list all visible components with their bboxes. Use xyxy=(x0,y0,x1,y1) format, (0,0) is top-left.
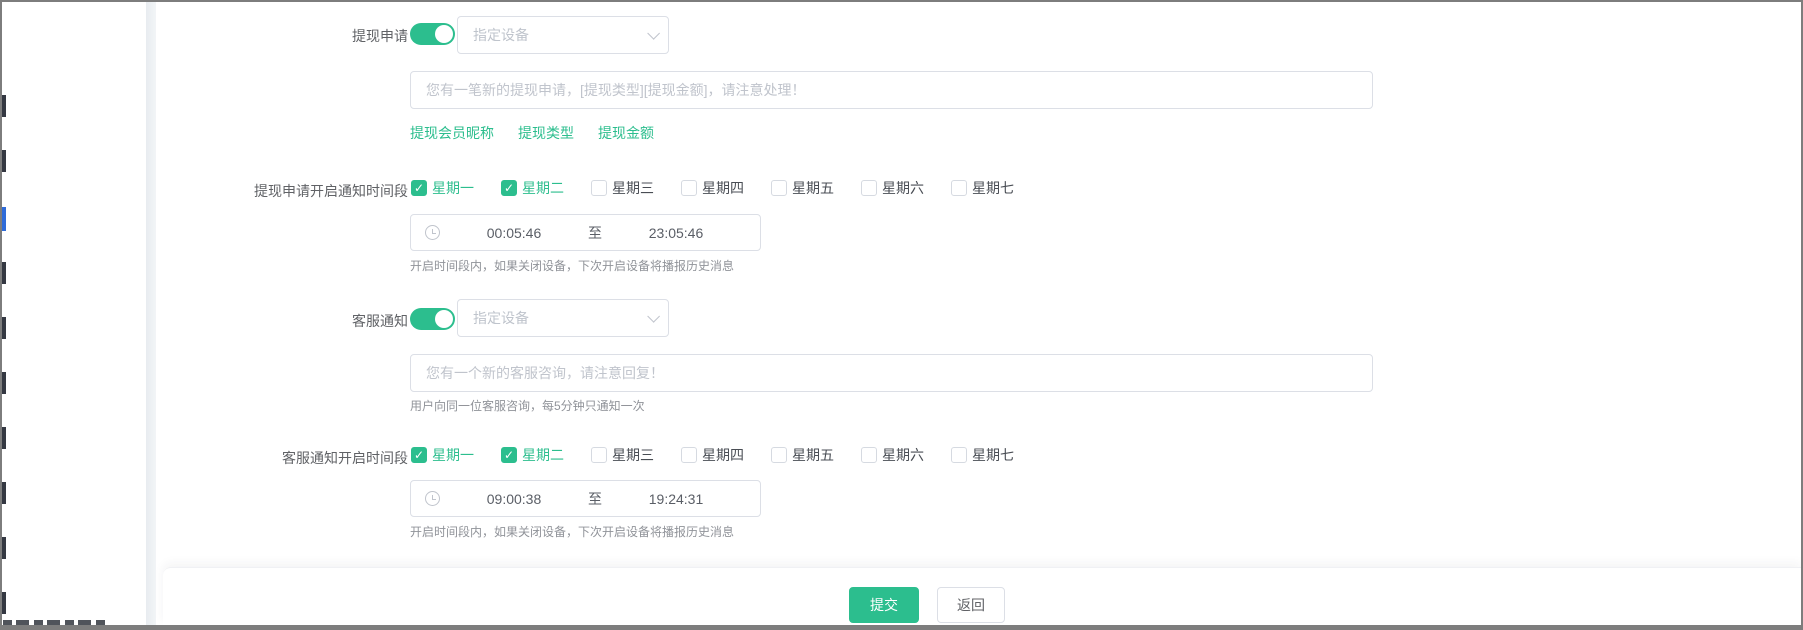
service-time-range[interactable]: 09:00:38 至 19:24:31 xyxy=(410,480,761,517)
service-label: 客服通知 xyxy=(162,311,408,331)
day-checkbox-item[interactable]: 星期五 xyxy=(771,178,834,198)
checkbox-checked-icon[interactable]: ✓ xyxy=(501,447,517,463)
withdraw-schedule-label: 提现申请开启通知时间段 xyxy=(162,181,408,201)
service-schedule-label: 客服通知开启时间段 xyxy=(162,448,408,468)
checkbox-icon[interactable] xyxy=(861,447,877,463)
day-label: 星期五 xyxy=(792,445,834,465)
day-checkbox-item[interactable]: 星期三 xyxy=(591,178,654,198)
day-checkbox-item[interactable]: 星期四 xyxy=(681,178,744,198)
panel-divider-strip xyxy=(146,2,156,625)
token-link[interactable]: 提现金额 xyxy=(598,123,654,143)
day-label: 星期一 xyxy=(432,178,474,198)
token-link[interactable]: 提现会员昵称 xyxy=(410,123,494,143)
service-device-select[interactable]: 指定设备 xyxy=(457,299,669,337)
clipped-bottom-text-fragment xyxy=(3,620,107,625)
day-label: 星期五 xyxy=(792,178,834,198)
service-day-row: ✓ 星期一 ✓ 星期二 星期三 星期四 星期五 星期六 星期七 xyxy=(411,446,1014,464)
start-time-value[interactable]: 00:05:46 xyxy=(440,225,588,241)
checkbox-checked-icon[interactable]: ✓ xyxy=(411,180,427,196)
clock-icon xyxy=(425,225,440,240)
submit-button[interactable]: 提交 xyxy=(849,587,919,623)
chevron-down-icon xyxy=(647,27,660,40)
clock-icon xyxy=(425,491,440,506)
select-placeholder: 指定设备 xyxy=(473,308,647,328)
checkbox-icon[interactable] xyxy=(861,180,877,196)
checkbox-icon[interactable] xyxy=(771,447,787,463)
day-label: 星期六 xyxy=(882,445,924,465)
day-label: 星期三 xyxy=(612,445,654,465)
withdraw-toggle[interactable] xyxy=(410,23,455,45)
day-checkbox-item[interactable]: 星期四 xyxy=(681,445,744,465)
back-button[interactable]: 返回 xyxy=(937,587,1005,623)
end-time-value[interactable]: 19:24:31 xyxy=(602,491,750,507)
day-checkbox-item[interactable]: 星期七 xyxy=(951,445,1014,465)
withdraw-device-select[interactable]: 指定设备 xyxy=(457,16,669,54)
service-toggle[interactable] xyxy=(410,308,455,330)
day-label: 星期一 xyxy=(432,445,474,465)
checkbox-checked-icon[interactable]: ✓ xyxy=(411,447,427,463)
withdraw-message-input[interactable] xyxy=(410,71,1373,109)
day-label: 星期七 xyxy=(972,178,1014,198)
toggle-knob xyxy=(435,310,453,328)
footer-action-bar: 提交 返回 xyxy=(163,567,1801,625)
token-link[interactable]: 提现类型 xyxy=(518,123,574,143)
checkbox-icon[interactable] xyxy=(951,447,967,463)
start-time-value[interactable]: 09:00:38 xyxy=(440,491,588,507)
settings-page: 提现申请 指定设备 提现会员昵称 提现类型 提现金额 提现申请开启通知时间段 ✓… xyxy=(2,2,1801,625)
day-checkbox-item[interactable]: ✓ 星期二 xyxy=(501,445,564,465)
day-label: 星期三 xyxy=(612,178,654,198)
checkbox-icon[interactable] xyxy=(591,447,607,463)
day-checkbox-item[interactable]: 星期五 xyxy=(771,445,834,465)
checkbox-icon[interactable] xyxy=(591,180,607,196)
day-label: 星期七 xyxy=(972,445,1014,465)
day-checkbox-item[interactable]: 星期三 xyxy=(591,445,654,465)
withdraw-token-links: 提现会员昵称 提现类型 提现金额 xyxy=(410,123,654,143)
service-schedule-hint: 开启时间段内，如果关闭设备，下次开启设备将播报历史消息 xyxy=(410,523,734,540)
sidebar-active-item-sliver xyxy=(2,207,6,231)
withdraw-schedule-hint: 开启时间段内，如果关闭设备，下次开启设备将播报历史消息 xyxy=(410,257,734,274)
select-placeholder: 指定设备 xyxy=(473,25,647,45)
chevron-down-icon xyxy=(647,310,660,323)
checkbox-icon[interactable] xyxy=(681,180,697,196)
service-hint: 用户向同一位客服咨询，每5分钟只通知一次 xyxy=(410,397,645,414)
day-label: 星期二 xyxy=(522,445,564,465)
day-checkbox-item[interactable]: 星期六 xyxy=(861,178,924,198)
day-checkbox-item[interactable]: ✓ 星期二 xyxy=(501,178,564,198)
window-frame: 提现申请 指定设备 提现会员昵称 提现类型 提现金额 提现申请开启通知时间段 ✓… xyxy=(0,0,1803,630)
checkbox-icon[interactable] xyxy=(951,180,967,196)
day-checkbox-item[interactable]: ✓ 星期一 xyxy=(411,445,474,465)
withdraw-day-row: ✓ 星期一 ✓ 星期二 星期三 星期四 星期五 星期六 星期七 xyxy=(411,179,1014,197)
day-label: 星期六 xyxy=(882,178,924,198)
toggle-knob xyxy=(435,25,453,43)
day-label: 星期二 xyxy=(522,178,564,198)
day-label: 星期四 xyxy=(702,178,744,198)
time-separator: 至 xyxy=(588,223,602,243)
checkbox-icon[interactable] xyxy=(681,447,697,463)
day-label: 星期四 xyxy=(702,445,744,465)
checkbox-checked-icon[interactable]: ✓ xyxy=(501,180,517,196)
day-checkbox-item[interactable]: 星期六 xyxy=(861,445,924,465)
withdraw-label: 提现申请 xyxy=(162,26,408,46)
day-checkbox-item[interactable]: 星期七 xyxy=(951,178,1014,198)
time-separator: 至 xyxy=(588,489,602,509)
withdraw-time-range[interactable]: 00:05:46 至 23:05:46 xyxy=(410,214,761,251)
end-time-value[interactable]: 23:05:46 xyxy=(602,225,750,241)
checkbox-icon[interactable] xyxy=(771,180,787,196)
service-message-input[interactable] xyxy=(410,354,1373,392)
day-checkbox-item[interactable]: ✓ 星期一 xyxy=(411,178,474,198)
